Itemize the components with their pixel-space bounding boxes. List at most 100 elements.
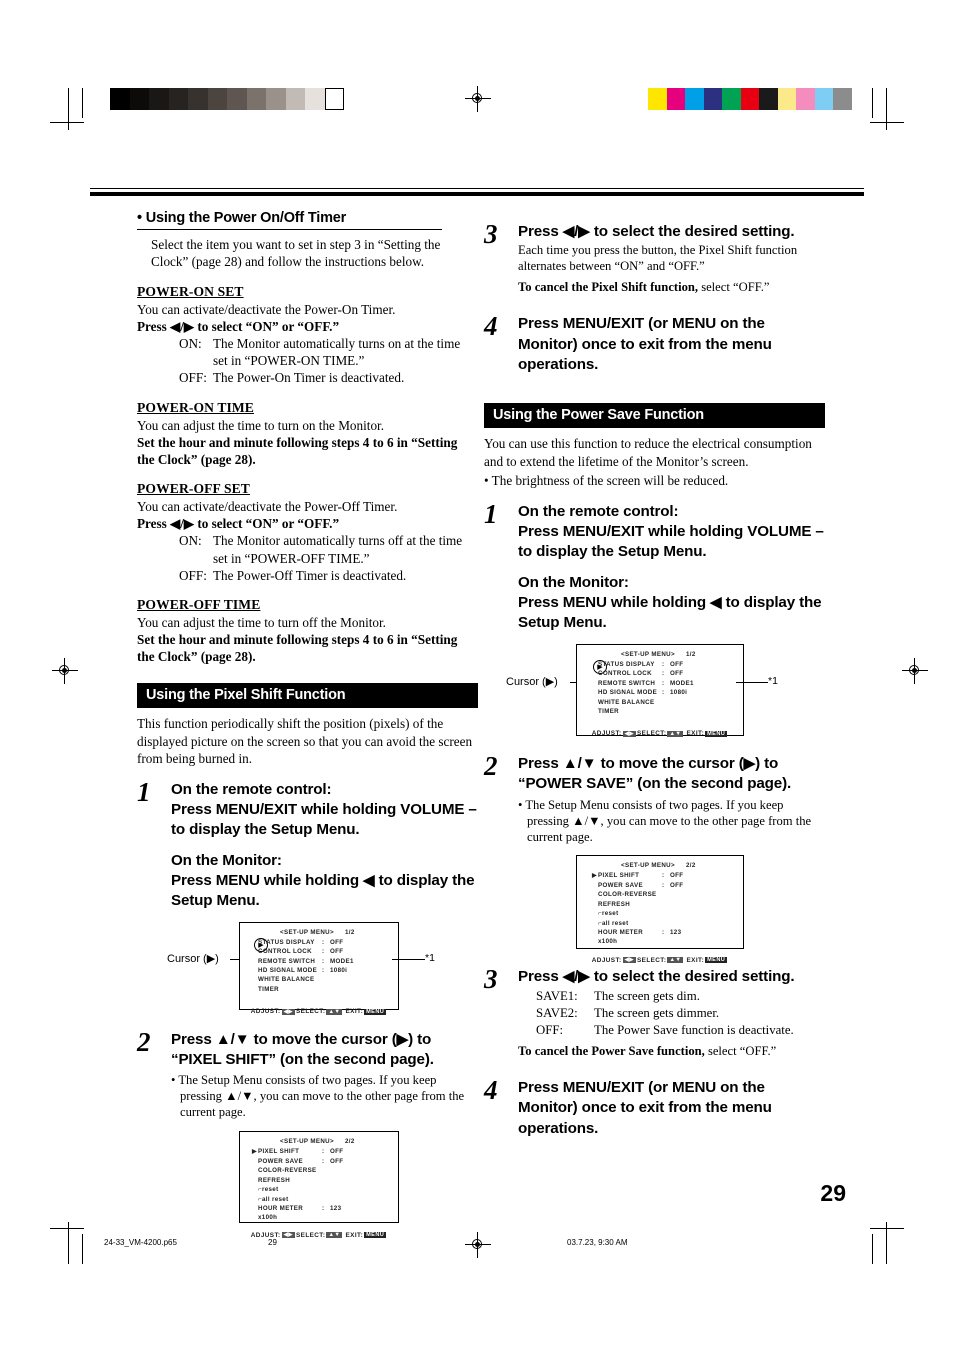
osd-item-list: STATUS DISPLAY: OFF CONTROL LOCK: OFF REMOTE…	[598, 660, 743, 717]
osd-item-label: REMOTE SWITCH	[258, 957, 316, 965]
osd-menu-item[interactable]: CONTROL LOCK: OFF	[598, 669, 743, 678]
adjust-key-icon: ◀▶	[622, 730, 636, 737]
osd-item-separator: :	[662, 660, 665, 668]
footer-rule-left	[50, 1228, 84, 1229]
monitor-heading: On the Monitor:	[518, 573, 629, 591]
gray-swatch	[149, 88, 169, 110]
osd-menu-item[interactable]: STATUS DISPLAY: OFF	[258, 938, 398, 947]
step2-bullet: • The Setup Menu consists of two pages. …	[171, 1073, 465, 1120]
osd-item-separator	[322, 985, 330, 994]
right-column: 3 Press ◀/▶ to select the desired settin…	[484, 219, 825, 1149]
osd-footer-hints: ADJUST: ◀▶ SELECT: ▲▼ EXIT: MENU	[577, 957, 743, 964]
osd-menu-item[interactable]: REMOTE SWITCH: MODE1	[598, 679, 743, 688]
osd-menu-item[interactable]: ⌐reset	[258, 1185, 398, 1194]
pixel-shift-banner: Using the Pixel Shift Function	[137, 683, 478, 709]
registration-mark-bottom	[465, 1232, 491, 1258]
osd-item-value	[670, 707, 743, 716]
osd-menu-item[interactable]: CONTROL LOCK: OFF	[258, 947, 398, 956]
power-on-set-off-label: OFF:	[179, 370, 207, 386]
osd-menu-item[interactable]: STATUS DISPLAY: OFF	[598, 660, 743, 669]
remote-control-instruction: Press MENU/EXIT while holding VOLUME – t…	[518, 523, 824, 561]
osd-menu-item[interactable]: HD SIGNAL MODE:1080i	[258, 966, 398, 975]
osd-item-label: HOUR METER x100h	[258, 1204, 304, 1222]
power-off-set-title: POWER-OFF SET	[137, 481, 250, 497]
osd-menu-item[interactable]: REFRESH	[258, 1176, 398, 1185]
osd-page-indicator: 2/2	[685, 862, 696, 870]
power-on-time-block: POWER-ON TIME You can adjust the time to…	[137, 400, 477, 468]
osd-menu-item[interactable]: TIMER	[258, 985, 398, 994]
gray-swatch	[227, 88, 247, 110]
power-save-step-4: 4 Press MENU/EXIT (or MENU on the Monito…	[484, 1075, 824, 1139]
osd-menu-item[interactable]: HOUR METER x100h:123	[598, 928, 743, 947]
osd-menu-item[interactable]: TIMER	[598, 707, 743, 716]
step-body: Press MENU/EXIT (or MENU on the Monitor)…	[518, 1078, 824, 1139]
pixel-shift-step-2: 2 Press ▲/▼ to move the cursor (▶) to “P…	[137, 1027, 477, 1122]
color-swatch	[685, 88, 704, 110]
page-number: 29	[820, 1180, 846, 1206]
osd-menu-item[interactable]: POWER SAVE: OFF	[598, 881, 743, 890]
power-off-set-on-text: The Monitor automatically turns off at t…	[213, 533, 463, 566]
osd-item-label: TIMER	[258, 985, 279, 993]
pixel-shift-step-4: 4 Press MENU/EXIT (or MENU on the Monito…	[484, 311, 824, 375]
step-body: Press MENU/EXIT (or MENU on the Monitor)…	[518, 314, 824, 375]
registration-mark-right	[902, 658, 928, 684]
step-body: On the remote control: Press MENU/EXIT w…	[171, 780, 477, 912]
osd-item-label: CONTROL LOCK	[258, 948, 312, 956]
osd-item-value: MODE1	[670, 679, 694, 687]
footer-filename: 24-33_VM-4200.p65	[104, 1238, 177, 1247]
step4-title: Press MENU/EXIT (or MENU on the Monitor)…	[518, 1078, 772, 1137]
osd-item-value: OFF	[330, 948, 344, 956]
osd-item-list: STATUS DISPLAY: OFF CONTROL LOCK: OFF REMOTE…	[258, 938, 398, 995]
step4-title: Press MENU/EXIT (or MENU on the Monitor)…	[518, 315, 772, 374]
osd-menu-item[interactable]: COLOR-REVERSE	[598, 890, 743, 899]
step-body: Press ◀/▶ to select the desired setting.…	[518, 967, 824, 1059]
osd-title-row: <SET-UP MENU> 2/2	[621, 862, 743, 869]
osd-item-separator	[322, 975, 330, 984]
power-on-set-title: POWER-ON SET	[137, 283, 244, 299]
registration-mark-left	[52, 658, 78, 684]
osd-menu-item[interactable]: COLOR-REVERSE	[258, 1166, 398, 1175]
osd-item-value	[330, 1176, 398, 1185]
osd-figure-page1-left: Cursor (▶) <SET-UP MENU> 1/2 ▶ STATUS DIS…	[137, 921, 477, 1015]
osd-item-separator	[662, 698, 670, 707]
osd-item-label: PIXEL SHIFT	[598, 872, 640, 880]
osd-item-list: ▶ PIXEL SHIFT: OFF POWER SAVE: OFF COLOR-REVE…	[252, 1147, 398, 1223]
osd-menu-item[interactable]: ⌐all reset	[598, 919, 743, 928]
osd-exit-label: EXIT:	[686, 956, 705, 964]
osd-content: <SET-UP MENU> 2/2 ▶ PIXEL SHIFT: OFF POWER S…	[577, 856, 743, 969]
osd-menu-item[interactable]: POWER SAVE: OFF	[258, 1157, 398, 1166]
osd-item-value: MODE1	[330, 957, 354, 965]
monitor-heading: On the Monitor:	[171, 851, 282, 869]
osd-item-separator	[322, 1195, 330, 1204]
osd-item-value: 123	[330, 1204, 342, 1212]
gray-swatch	[110, 88, 130, 110]
power-on-set-on-label: ON:	[179, 336, 202, 352]
osd-menu-item[interactable]: HD SIGNAL MODE:1080i	[598, 688, 743, 697]
osd-menu-item[interactable]: REMOTE SWITCH: MODE1	[258, 957, 398, 966]
step-body: Press ▲/▼ to move the cursor (▶) to “POW…	[518, 754, 824, 846]
osd-menu-item[interactable]: HOUR METER x100h:123	[258, 1204, 398, 1223]
power-on-time-title: POWER-ON TIME	[137, 399, 254, 415]
pixel-shift-step-3: 3 Press ◀/▶ to select the desired settin…	[484, 219, 824, 296]
osd-menu-item[interactable]: ⌐all reset	[258, 1195, 398, 1204]
monitor-instruction: Press MENU while holding ◀ to display th…	[518, 594, 822, 632]
gray-swatch	[285, 88, 305, 110]
osd-menu-item[interactable]: ▶ PIXEL SHIFT: OFF	[252, 1147, 398, 1156]
osd-item-label: POWER SAVE	[598, 881, 643, 889]
osd-menu-item[interactable]: WHITE BALANCE	[598, 698, 743, 707]
osd-menu-item[interactable]: ▶ PIXEL SHIFT: OFF	[592, 871, 743, 880]
osd-menu-item[interactable]: REFRESH	[598, 900, 743, 909]
color-swatch	[703, 88, 722, 110]
menu-key-icon: MENU	[705, 957, 728, 964]
osd-item-separator	[662, 890, 670, 899]
crop-mark-top-right-v	[886, 88, 887, 130]
osd-menu-item[interactable]: ⌐reset	[598, 909, 743, 918]
osd-menu-item[interactable]: WHITE BALANCE	[258, 975, 398, 984]
select-key-icon: ▲▼	[326, 1008, 343, 1015]
